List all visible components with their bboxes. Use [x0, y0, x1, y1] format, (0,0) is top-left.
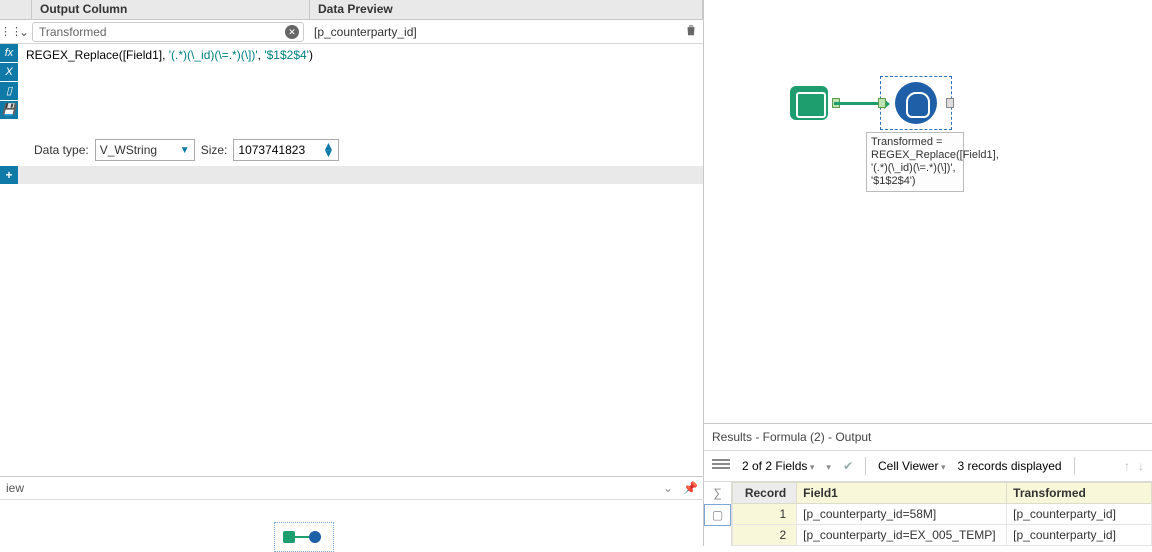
metadata-view-icon[interactable]: ∑: [704, 482, 731, 504]
overview-formula-node-icon: [309, 531, 321, 543]
table-row: 2 [p_counterparty_id=EX_005_TEMP] [p_cou…: [733, 525, 1152, 546]
folder-icon[interactable]: ▯: [0, 82, 18, 100]
table-row: 1 [p_counterparty_id=58M] [p_counterpart…: [733, 504, 1152, 525]
move-down-icon[interactable]: ↓: [1138, 459, 1144, 473]
size-label: Size:: [201, 143, 228, 157]
x-var-icon[interactable]: X: [0, 63, 18, 81]
results-grid[interactable]: Record Field1 Transformed 1 [p_counterpa…: [732, 482, 1152, 546]
records-summary: 3 records displayed: [958, 459, 1062, 473]
list-view-icon[interactable]: [712, 459, 730, 473]
fx-icon[interactable]: fx: [0, 44, 18, 62]
datatype-select[interactable]: V_WString ▼: [95, 139, 195, 161]
fields-menu-caret[interactable]: [826, 459, 831, 473]
input-anchor-icon[interactable]: [878, 98, 886, 108]
overview-input-node-icon: [283, 531, 295, 543]
chevron-down-icon: ▼: [180, 145, 190, 156]
save-icon[interactable]: 💾: [0, 101, 18, 119]
formula-tool-node[interactable]: Transformed = REGEX_Replace([Field1], '(…: [880, 76, 952, 192]
apply-check-icon[interactable]: ✔: [843, 459, 853, 473]
add-expression-button[interactable]: +: [0, 166, 18, 184]
editor-icon-rail: fx X ▯ 💾: [0, 44, 18, 134]
overview-viewport[interactable]: [274, 522, 334, 552]
datatype-label: Data type:: [34, 143, 89, 157]
workflow-canvas[interactable]: Transformed = REGEX_Replace([Field1], '(…: [704, 0, 1152, 423]
output-column-value: Transformed: [39, 25, 107, 39]
datatype-value: V_WString: [100, 143, 157, 157]
overview-canvas[interactable]: [14, 500, 690, 552]
data-view-icon[interactable]: ▢: [704, 504, 731, 526]
data-preview-value: [p_counterparty_id]: [310, 25, 679, 39]
overview-pin-icon[interactable]: 📌: [683, 481, 698, 495]
move-up-icon[interactable]: ↑: [1124, 459, 1130, 473]
formula-tool-icon: [895, 82, 937, 124]
expand-chevron-icon[interactable]: ⌄: [16, 25, 32, 39]
spin-down-icon[interactable]: ▼: [323, 150, 335, 157]
size-value: 1073741823: [238, 143, 305, 157]
delete-row-button[interactable]: [679, 23, 703, 40]
config-header: Output Column Data Preview: [0, 0, 703, 20]
formula-node-caption: Transformed = REGEX_Replace([Field1], '(…: [866, 132, 964, 192]
output-anchor-icon[interactable]: [946, 98, 954, 108]
col-transformed[interactable]: Transformed: [1007, 483, 1152, 504]
output-column-select[interactable]: Transformed ✕: [32, 22, 304, 42]
results-title: Results - Formula (2) - Output: [704, 424, 1152, 451]
formula-fn: REGEX_Replace: [26, 48, 119, 62]
row-handle-icon[interactable]: ⋮⋮: [0, 25, 16, 38]
cell-viewer-dropdown[interactable]: Cell Viewer: [878, 459, 946, 473]
formula-editor[interactable]: REGEX_Replace([Field1], '(.*)(\_id)(\=.*…: [18, 44, 703, 134]
clear-output-icon[interactable]: ✕: [285, 25, 299, 39]
results-toolbar: 2 of 2 Fields ✔ Cell Viewer 3 records di…: [704, 451, 1152, 482]
overview-label: iew: [6, 481, 24, 495]
input-tool-icon: [790, 86, 828, 120]
overview-link-icon: [295, 536, 309, 538]
input-tool-node[interactable]: [790, 86, 834, 124]
size-stepper[interactable]: 1073741823 ▲▼: [233, 139, 339, 161]
header-data-preview: Data Preview: [310, 0, 703, 19]
overview-collapse-icon[interactable]: ⌄: [663, 481, 673, 495]
fields-dropdown[interactable]: 2 of 2 Fields: [742, 459, 814, 473]
header-output-column: Output Column: [32, 0, 310, 19]
col-record[interactable]: Record: [733, 483, 797, 504]
col-field1[interactable]: Field1: [797, 483, 1007, 504]
trash-icon: [684, 23, 698, 37]
